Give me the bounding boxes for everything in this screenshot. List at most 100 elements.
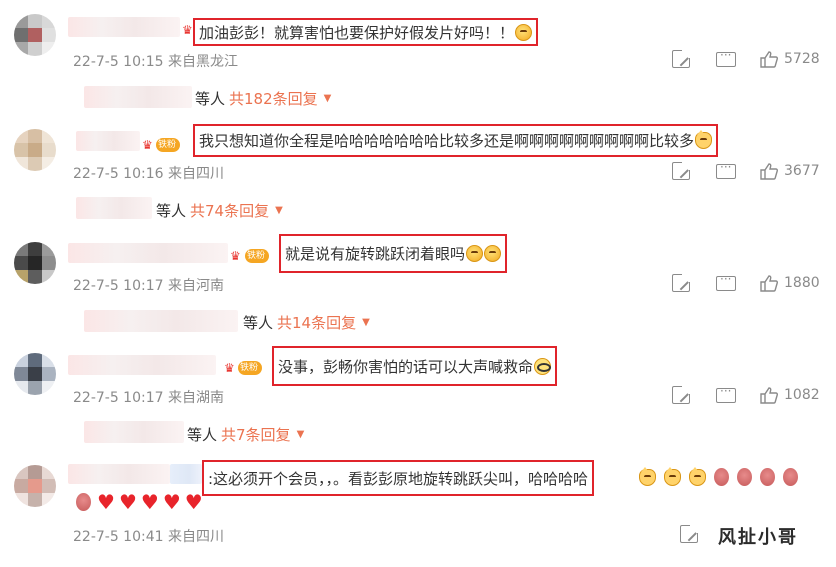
fan-crown-icon: ♛ — [182, 23, 193, 37]
fan-badge: 铁粉 — [238, 361, 263, 375]
hearts-row: ♥ ♥ ♥ ♥ ♥ — [76, 492, 203, 512]
like-count: 5728 — [784, 51, 820, 67]
comment-time: 22-7-5 10:15 — [73, 54, 164, 70]
username[interactable] — [76, 131, 140, 151]
comment-text-box: 就是说有旋转跳跃闭着眼吗 — [279, 234, 508, 273]
replies-others: 等人 — [187, 426, 218, 444]
fan-crown-icon: ♛ — [142, 138, 153, 152]
comment-location: 来自河南 — [167, 278, 224, 294]
replies-count-link[interactable]: 共7条回复 — [221, 424, 291, 445]
caret-down-icon[interactable]: ▼ — [297, 429, 305, 440]
watermark: 风扯小哥 — [718, 527, 798, 548]
comment-actions — [680, 524, 699, 543]
comment-meta: 22-7-5 10:17 来自湖南 — [73, 387, 224, 407]
replies-others: 等人 — [195, 90, 226, 108]
username[interactable] — [68, 355, 216, 375]
comment-text: 加油彭彭！就算害怕也要保护好假发片好吗！！ — [199, 23, 515, 42]
username-suffix[interactable] — [170, 464, 202, 484]
share-icon[interactable] — [672, 161, 691, 180]
avatar[interactable] — [14, 465, 56, 507]
heart-icon: ♥ — [140, 490, 159, 514]
caret-down-icon[interactable]: ▼ — [275, 205, 283, 216]
share-icon[interactable] — [680, 524, 699, 543]
reply-usernames[interactable] — [76, 197, 152, 219]
pig-emoji-icon — [76, 493, 91, 511]
comment-text-box: :这必须开个会员，，。看彭彭原地旋转跳跃尖叫，哈哈哈哈 — [202, 460, 595, 496]
reply-usernames[interactable] — [84, 86, 192, 108]
emoji-icon — [639, 466, 656, 486]
emoji-icon — [534, 357, 552, 375]
comment-text: 就是说有旋转跳跃闭着眼吗 — [285, 245, 466, 263]
avatar[interactable] — [14, 242, 56, 284]
username[interactable] — [68, 243, 228, 263]
comment-meta: 22-7-5 10:17 来自河南 — [73, 275, 224, 295]
share-icon[interactable] — [672, 49, 691, 68]
comment-text: 没事，彭畅你害怕的话可以大声喊救命 — [278, 357, 534, 376]
comment-meta: 22-7-5 10:41 来自四川 — [73, 526, 224, 546]
emoji-icon — [484, 245, 502, 262]
replies-summary[interactable]: 等人 共182条回复 ▼ — [195, 88, 331, 109]
fan-badge: 铁粉 — [245, 249, 270, 263]
replies-summary[interactable]: 等人 共7条回复 ▼ — [187, 424, 304, 445]
fan-badge: 铁粉 — [156, 138, 181, 152]
replies-summary[interactable]: 等人 共74条回复 ▼ — [156, 200, 283, 221]
reply-usernames[interactable] — [84, 421, 184, 443]
replies-count-link[interactable]: 共74条回复 — [190, 200, 269, 221]
comment-time: 22-7-5 10:16 — [73, 166, 164, 182]
comment-location: 来自四川 — [167, 529, 224, 545]
emoji-icon — [689, 466, 706, 486]
comment-time: 22-7-5 10:17 — [73, 278, 164, 294]
pig-emoji-icon — [760, 468, 775, 486]
fan-badge-label: 铁粉 — [247, 251, 266, 261]
comment-text-box: 我只想知道你全程是哈哈哈哈哈哈哈比较多还是啊啊啊啊啊啊啊啊啊比较多 — [193, 124, 719, 157]
caret-down-icon[interactable]: ▼ — [362, 317, 370, 328]
like-icon[interactable] — [760, 274, 778, 292]
comment-location: 来自黑龙江 — [167, 54, 238, 70]
emoji-icon — [695, 130, 713, 149]
replies-count-link[interactable]: 共182条回复 — [229, 88, 318, 109]
comment-icon[interactable] — [716, 272, 736, 291]
heart-icon: ♥ — [162, 490, 181, 514]
fan-crown-icon: ♛ — [224, 361, 235, 375]
replies-others: 等人 — [156, 202, 187, 220]
replies-others: 等人 — [243, 314, 274, 332]
pig-emoji-icon — [714, 468, 729, 486]
reply-usernames[interactable] — [84, 310, 238, 332]
username[interactable] — [68, 464, 170, 484]
comment-actions: 1082 — [672, 384, 820, 404]
comment-icon[interactable] — [716, 160, 736, 179]
like-count: 3677 — [784, 163, 820, 179]
comment-icon[interactable] — [716, 48, 736, 67]
avatar[interactable] — [14, 14, 56, 56]
comment-icon[interactable] — [716, 384, 736, 403]
comment-text: :这必须开个会员，，。看彭彭原地旋转跳跃尖叫，哈哈哈哈 — [208, 469, 589, 488]
comment-text-box: 加油彭彭！就算害怕也要保护好假发片好吗！！ — [193, 18, 539, 46]
comment-meta: 22-7-5 10:16 来自四川 — [73, 163, 224, 183]
replies-summary[interactable]: 等人 共14条回复 ▼ — [243, 312, 370, 333]
comment-actions: 1880 — [672, 272, 820, 292]
comment-text-box: 没事，彭畅你害怕的话可以大声喊救命 — [272, 346, 558, 386]
avatar[interactable] — [14, 353, 56, 395]
replies-count-link[interactable]: 共14条回复 — [277, 312, 356, 333]
like-count: 1880 — [784, 275, 820, 291]
heart-icon: ♥ — [118, 490, 137, 514]
like-icon[interactable] — [760, 162, 778, 180]
pig-emoji-icon — [737, 468, 752, 486]
like-icon[interactable] — [760, 386, 778, 404]
emoji-icon — [664, 466, 681, 486]
comment-time: 22-7-5 10:41 — [73, 529, 164, 545]
like-icon[interactable] — [760, 50, 778, 68]
fan-crown-icon: ♛ — [230, 249, 241, 263]
heart-icon: ♥ — [184, 490, 203, 514]
comment-actions: 3677 — [672, 160, 820, 180]
fan-badge-label: 铁粉 — [158, 140, 177, 150]
avatar[interactable] — [14, 129, 56, 171]
share-icon[interactable] — [672, 273, 691, 292]
username[interactable] — [68, 17, 180, 37]
emoji-icon — [466, 245, 484, 262]
comment-text: 我只想知道你全程是哈哈哈哈哈哈哈比较多还是啊啊啊啊啊啊啊啊啊比较多 — [199, 132, 695, 150]
caret-down-icon[interactable]: ▼ — [324, 93, 332, 104]
share-icon[interactable] — [672, 385, 691, 404]
like-count: 1082 — [784, 387, 820, 403]
emoji-icon — [515, 23, 533, 41]
